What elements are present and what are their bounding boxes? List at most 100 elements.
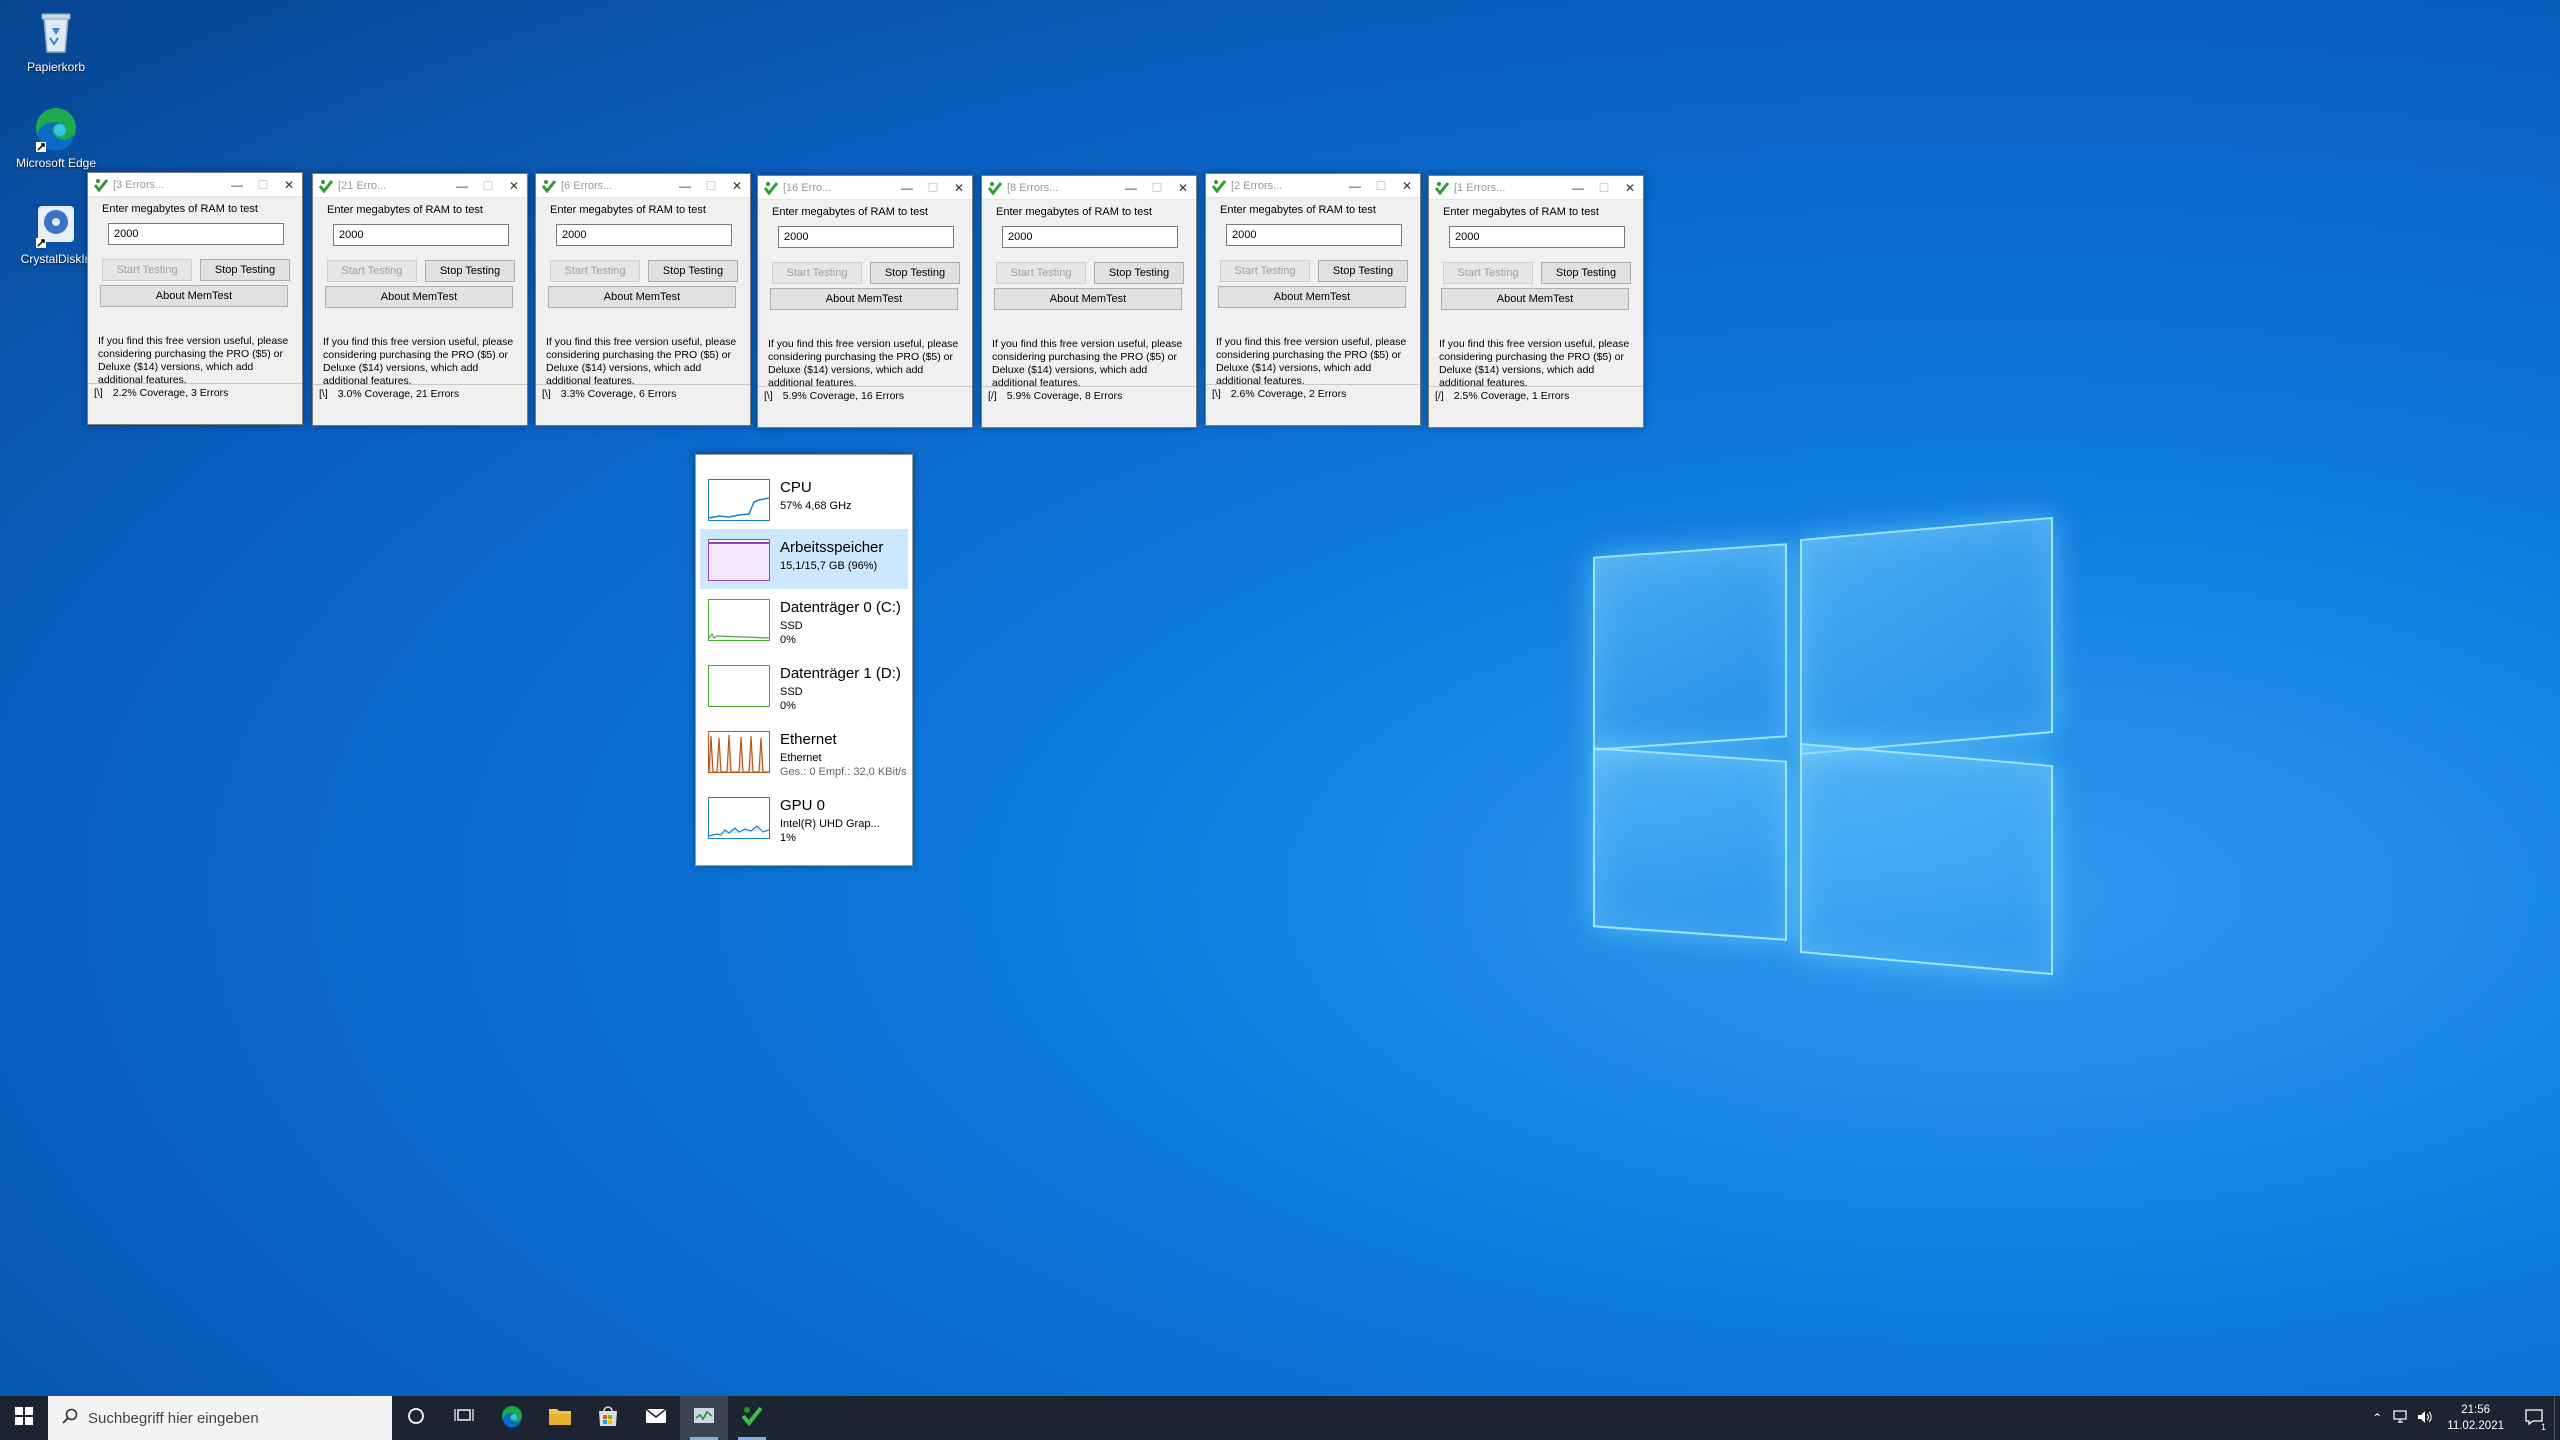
stop-testing-button[interactable]: Stop Testing [1094,262,1184,284]
about-memtest-button[interactable]: About MemTest [1441,288,1629,310]
tm-item-cpu[interactable]: CPU 57% 4,68 GHz [700,469,908,529]
taskbar-cortana[interactable] [392,1396,440,1440]
taskbar-clock[interactable]: 21:56 11.02.2021 [2447,1402,2504,1434]
tm-item-ethernet[interactable]: Ethernet Ethernet Ges.: 0 Empf.: 32,0 KB… [700,721,908,781]
memtest-titlebar[interactable]: [6 Errors... — ☐ ✕ [536,174,750,198]
memtest-titlebar[interactable]: [21 Erro... — ☐ ✕ [313,174,527,198]
desktop-icon-edge[interactable]: Microsoft Edge [8,104,104,170]
memtest-window-1[interactable]: [3 Errors... — ☐ ✕ Enter megabytes of RA… [87,172,303,425]
tray-overflow[interactable]: ⌃ [2365,1396,2389,1440]
start-testing-button: Start Testing [1220,260,1310,282]
close-icon[interactable]: ✕ [276,178,302,192]
window-title: [21 Erro... [338,179,387,192]
minimize-icon[interactable]: — [1342,179,1368,193]
taskbar-memtest[interactable] [728,1396,776,1440]
maximize-icon: ☐ [927,180,939,195]
tm-name: Datenträger 0 (C:) [780,599,901,616]
minimize-icon[interactable]: — [894,181,920,195]
tm-name: Arbeitsspeicher [780,539,884,556]
maximize-icon: ☐ [1151,180,1163,195]
task-manager-summary[interactable]: CPU 57% 4,68 GHz Arbeitsspeicher 15,1/15… [695,454,913,866]
tm-detail: SSD [780,620,803,632]
memtest-window-4[interactable]: [16 Erro... — ☐ ✕ Enter megabytes of RAM… [757,175,973,428]
start-button[interactable] [0,1396,48,1440]
ram-megabytes-input[interactable] [556,224,732,246]
tm-item-disk-1[interactable]: Datenträger 1 (D:) SSD 0% [700,655,908,715]
taskbar-file-explorer[interactable] [536,1396,584,1440]
tm-detail: 0% [780,634,796,646]
taskbar-search-box[interactable]: Suchbegriff hier eingeben [48,1396,392,1440]
taskbar-task-manager[interactable] [680,1396,728,1440]
close-icon[interactable]: ✕ [724,179,750,193]
stop-testing-button[interactable]: Stop Testing [200,259,290,281]
logo-pane-top-right [1800,516,2053,756]
minimize-icon[interactable]: — [449,179,475,193]
status-spinner: [/] [1435,390,1444,402]
minimize-icon[interactable]: — [1118,181,1144,195]
minimize-icon[interactable]: — [1565,181,1591,195]
close-icon[interactable]: ✕ [501,179,527,193]
edge-icon [500,1404,524,1433]
close-icon[interactable]: ✕ [1617,181,1643,195]
memtest-window-6[interactable]: [2 Errors... — ☐ ✕ Enter megabytes of RA… [1205,173,1421,426]
tm-item-memory[interactable]: Arbeitsspeicher 15,1/15,7 GB (96%) [700,529,908,589]
about-memtest-button[interactable]: About MemTest [325,286,513,308]
about-memtest-button[interactable]: About MemTest [1218,286,1406,308]
tm-item-gpu[interactable]: GPU 0 Intel(R) UHD Grap... 1% [700,787,908,847]
memtest-titlebar[interactable]: [16 Erro... — ☐ ✕ [758,176,972,200]
taskbar-task-view[interactable] [440,1396,488,1440]
store-icon [597,1405,619,1432]
taskbar-edge[interactable] [488,1396,536,1440]
memtest-titlebar[interactable]: [8 Errors... — ☐ ✕ [982,176,1196,200]
volume-icon [2417,1410,2433,1427]
ram-label: Enter megabytes of RAM to test [102,203,258,215]
desktop-icon-recycle-bin[interactable]: Papierkorb [8,8,104,74]
ram-megabytes-input[interactable] [333,224,509,246]
minimize-icon[interactable]: — [224,178,250,192]
close-icon[interactable]: ✕ [946,181,972,195]
ram-megabytes-input[interactable] [1226,224,1402,246]
action-center-button[interactable]: 1 [2514,1396,2554,1440]
ram-megabytes-input[interactable] [108,223,284,245]
memtest-window-2[interactable]: [21 Erro... — ☐ ✕ Enter megabytes of RAM… [312,173,528,426]
ram-label: Enter megabytes of RAM to test [550,204,706,216]
promo-text: If you find this free version useful, pl… [992,338,1183,389]
memtest-window-3[interactable]: [6 Errors... — ☐ ✕ Enter megabytes of RA… [535,173,751,426]
desktop-icon-label: Microsoft Edge [15,156,97,170]
status-text: 2.6% Coverage, 2 Errors [1230,388,1347,400]
notification-count-badge: 1 [2540,1422,2546,1432]
ram-megabytes-input[interactable] [1449,226,1625,248]
close-icon[interactable]: ✕ [1394,179,1420,193]
stop-testing-button[interactable]: Stop Testing [1318,260,1408,282]
stop-testing-button[interactable]: Stop Testing [870,262,960,284]
minimize-icon[interactable]: — [672,179,698,193]
taskbar-mail[interactable] [632,1396,680,1440]
window-title: [1 Errors... [1454,181,1506,194]
close-icon[interactable]: ✕ [1170,181,1196,195]
stop-testing-button[interactable]: Stop Testing [425,260,515,282]
about-memtest-button[interactable]: About MemTest [100,285,288,307]
memtest-titlebar[interactable]: [1 Errors... — ☐ ✕ [1429,176,1643,200]
taskbar-store[interactable] [584,1396,632,1440]
tray-network[interactable] [2389,1396,2413,1440]
memtest-window-5[interactable]: [8 Errors... — ☐ ✕ Enter megabytes of RA… [981,175,1197,428]
tray-volume[interactable] [2413,1396,2437,1440]
promo-text: If you find this free version useful, pl… [98,335,289,386]
stop-testing-button[interactable]: Stop Testing [648,260,738,282]
memtest-titlebar[interactable]: [3 Errors... — ☐ ✕ [88,173,302,197]
stop-testing-button[interactable]: Stop Testing [1541,262,1631,284]
tm-item-disk-0[interactable]: Datenträger 0 (C:) SSD 0% [700,589,908,649]
status-spinner: [/] [988,390,997,402]
about-memtest-button[interactable]: About MemTest [994,288,1182,310]
ram-megabytes-input[interactable] [1002,226,1178,248]
about-memtest-button[interactable]: About MemTest [770,288,958,310]
gpu-graph [708,797,770,839]
memtest-titlebar[interactable]: [2 Errors... — ☐ ✕ [1206,174,1420,198]
ram-megabytes-input[interactable] [778,226,954,248]
promo-text: If you find this free version useful, pl… [1216,336,1407,387]
memtest-window-7[interactable]: [1 Errors... — ☐ ✕ Enter megabytes of RA… [1428,175,1644,428]
folder-icon [548,1406,572,1431]
status-bar: [\] 3.0% Coverage, 21 Errors [313,384,527,404]
show-desktop-button[interactable] [2554,1396,2560,1440]
about-memtest-button[interactable]: About MemTest [548,286,736,308]
